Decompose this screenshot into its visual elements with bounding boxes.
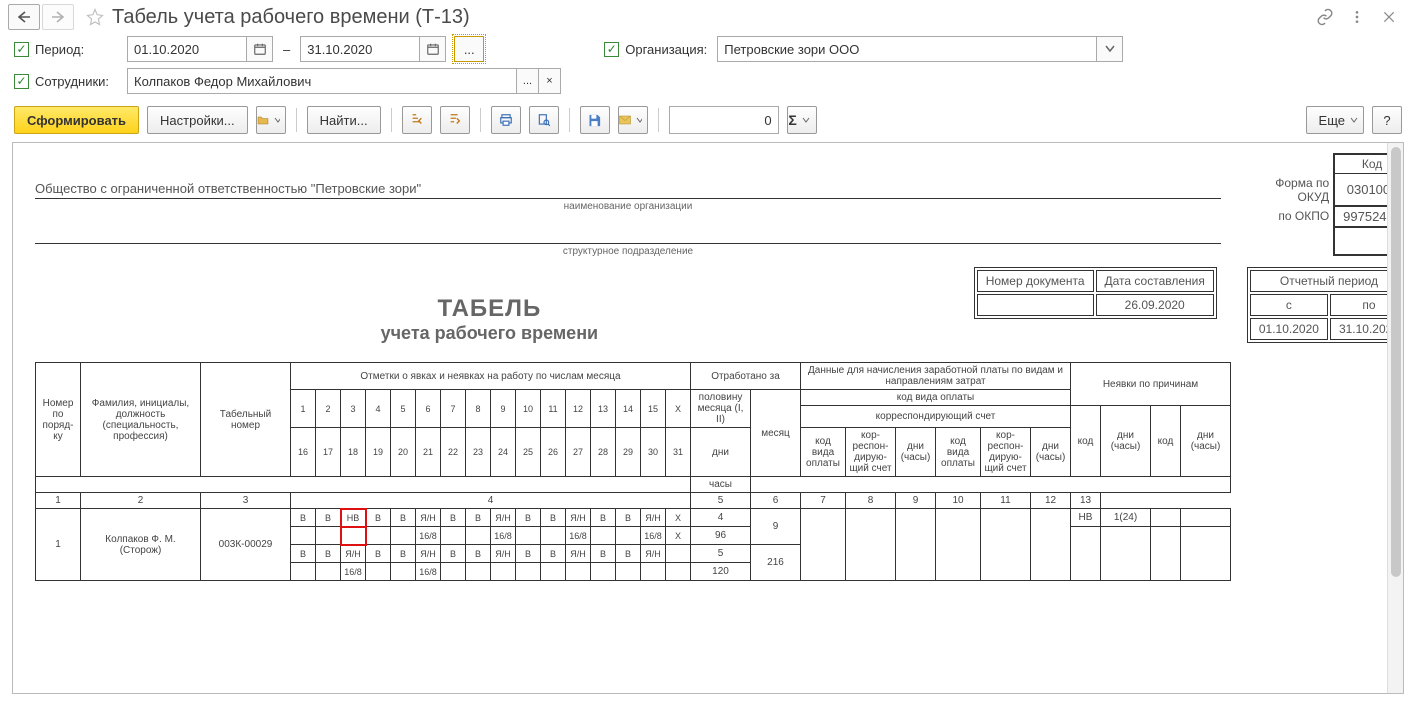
link-icon[interactable] — [1314, 6, 1336, 28]
preview-icon — [536, 113, 552, 127]
org-input[interactable]: Петровские зори ООО — [717, 36, 1097, 62]
mail-icon — [619, 114, 631, 126]
print-button[interactable] — [491, 106, 521, 134]
period-picker-button[interactable]: ... — [454, 36, 484, 62]
timesheet-table: Номер по поряд-ку Фамилия, инициалы, дол… — [35, 362, 1231, 581]
diskette-icon — [587, 113, 602, 128]
help-button[interactable]: ? — [1372, 106, 1402, 134]
org-full-name: Общество с ограниченной ответственностью… — [35, 153, 1221, 199]
expand-icon — [410, 113, 424, 127]
date-to-input[interactable]: 31.10.2020 — [300, 36, 420, 62]
org-sub-label: наименование организации — [35, 201, 1221, 212]
run-report-button[interactable]: Сформировать — [14, 106, 139, 134]
folder-icon — [257, 113, 269, 127]
collapse-groups-button[interactable] — [440, 106, 470, 134]
arrow-right-icon — [51, 11, 65, 23]
report-title2: учета рабочего времени — [35, 323, 944, 344]
chevron-down-icon — [1350, 116, 1358, 124]
period-checkbox[interactable] — [14, 42, 29, 57]
period-label: Период: — [35, 42, 117, 57]
date-from-input[interactable]: 01.10.2020 — [127, 36, 247, 62]
printer-icon — [498, 113, 514, 127]
report-title1: ТАБЕЛЬ — [35, 295, 944, 323]
preview-button[interactable] — [529, 106, 559, 134]
org-label: Организация: — [625, 42, 707, 57]
sum-value-field[interactable]: 0 — [669, 106, 779, 134]
chevron-down-icon — [802, 116, 810, 124]
kebab-menu-icon[interactable] — [1346, 6, 1368, 28]
calendar-icon — [426, 42, 440, 56]
collapse-icon — [448, 113, 462, 127]
arrow-left-icon — [17, 11, 31, 23]
favorite-star-icon[interactable] — [84, 6, 106, 28]
find-button[interactable]: Найти... — [307, 106, 381, 134]
close-icon[interactable] — [1378, 6, 1400, 28]
calendar-icon — [253, 42, 267, 56]
employees-pick-button[interactable]: ... — [517, 68, 539, 94]
save-button[interactable] — [580, 106, 610, 134]
vertical-scrollbar[interactable] — [1387, 143, 1403, 693]
employees-checkbox[interactable] — [14, 74, 29, 89]
more-button[interactable]: Еще — [1306, 106, 1364, 134]
nav-forward-button — [42, 4, 74, 30]
okud-label: Форма по ОКУД — [1261, 174, 1334, 206]
doc-meta-table: Номер документаДата составления 26.09.20… — [974, 267, 1217, 319]
page-title: Табель учета рабочего времени (Т-13) — [112, 6, 1314, 29]
sigma-icon: Σ — [788, 112, 796, 128]
employees-clear-button[interactable]: × — [539, 68, 561, 94]
employees-label: Сотрудники: — [35, 74, 117, 89]
chevron-down-icon — [636, 116, 642, 124]
employees-input[interactable]: Колпаков Федор Михайлович — [127, 68, 517, 94]
send-button[interactable] — [618, 106, 648, 134]
sum-button[interactable]: Σ — [787, 106, 817, 134]
settings-button[interactable]: Настройки... — [147, 106, 248, 134]
scrollbar-thumb[interactable] — [1391, 147, 1401, 577]
period-meta-table: Отчетный период спо 01.10.202031.10.2020 — [1247, 267, 1404, 343]
struct-sub-label: структурное подразделение — [35, 246, 1221, 257]
date-to-calendar-button[interactable] — [420, 36, 446, 62]
variants-button[interactable] — [256, 106, 286, 134]
expand-groups-button[interactable] — [402, 106, 432, 134]
nav-back-button[interactable] — [8, 4, 40, 30]
report-area[interactable]: Общество с ограниченной ответственностью… — [12, 142, 1404, 694]
org-dropdown-button[interactable] — [1097, 36, 1123, 62]
org-checkbox[interactable] — [604, 42, 619, 57]
okpo-label: по ОКПО — [1261, 206, 1334, 227]
date-from-calendar-button[interactable] — [247, 36, 273, 62]
chevron-down-icon — [274, 116, 280, 124]
chevron-down-icon — [1105, 44, 1115, 54]
